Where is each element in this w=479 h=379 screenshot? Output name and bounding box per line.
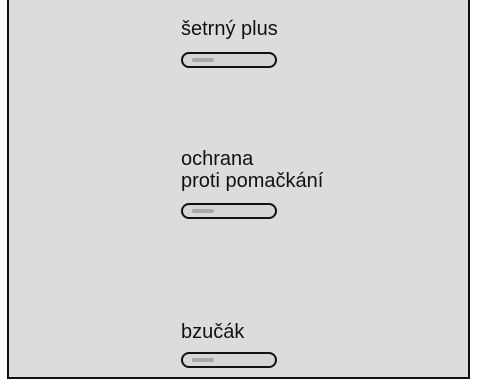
- button-indicator-light: [192, 209, 214, 213]
- button-indicator-light: [192, 358, 214, 362]
- anti-crease-button[interactable]: [181, 203, 277, 219]
- gentle-plus-button[interactable]: [181, 52, 277, 68]
- control-panel: šetrný plus ochrana proti pomačkání bzuč…: [7, 0, 470, 379]
- option-anti-crease: ochrana proti pomačkání: [181, 148, 381, 219]
- button-indicator-light: [192, 58, 214, 62]
- option-label-gentle-plus: šetrný plus: [181, 18, 278, 40]
- option-label-buzzer: bzučák: [181, 321, 245, 343]
- option-label-anti-crease: ochrana proti pomačkání: [181, 148, 324, 192]
- buzzer-button[interactable]: [181, 352, 277, 368]
- option-buzzer: bzučák: [181, 321, 381, 368]
- option-gentle-plus: šetrný plus: [181, 18, 381, 68]
